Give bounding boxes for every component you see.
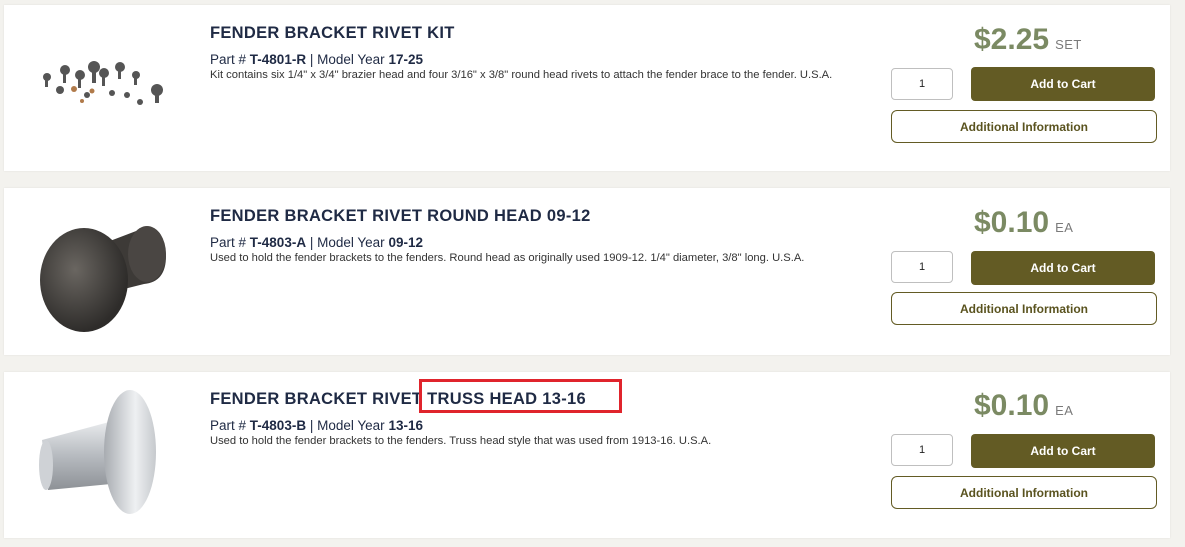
part-info: Part # T-4803-A | Model Year 09-12 — [210, 235, 423, 250]
part-label: Part # — [210, 235, 247, 250]
product-description: Kit contains six 1/4" x 3/4" brazier hea… — [210, 69, 833, 81]
add-to-cart-button[interactable]: Add to Cart — [971, 251, 1155, 285]
part-info: Part # T-4803-B | Model Year 13-16 — [210, 418, 423, 433]
product-description: Used to hold the fender brackets to the … — [210, 252, 805, 264]
part-label: Part # — [210, 52, 247, 67]
price-value: $2.25 — [974, 23, 1050, 56]
additional-information-button[interactable]: Additional Information — [891, 292, 1157, 325]
price-value: $0.10 — [974, 206, 1050, 239]
product-card: FENDER BRACKET RIVET ROUND HEAD 09-12 Pa… — [4, 188, 1170, 355]
product-card: FENDER BRACKET RIVET KIT Part # T-4801-R… — [4, 5, 1170, 171]
product-image-round-head-rivet[interactable] — [32, 216, 182, 338]
product-description: Used to hold the fender brackets to the … — [210, 435, 712, 447]
model-year: 17-25 — [388, 52, 423, 67]
product-image-rivet-kit[interactable] — [32, 45, 182, 125]
price: $0.10 EA — [974, 389, 1073, 423]
product-title[interactable]: FENDER BRACKET RIVET ROUND HEAD 09-12 — [210, 207, 591, 226]
part-info: Part # T-4801-R | Model Year 17-25 — [210, 52, 423, 67]
model-year-label: Model Year — [317, 418, 385, 433]
quantity-input[interactable] — [891, 251, 953, 283]
separator: | — [309, 235, 314, 250]
add-to-cart-button[interactable]: Add to Cart — [971, 67, 1155, 101]
highlight-box — [419, 379, 622, 413]
model-year: 13-16 — [388, 418, 423, 433]
product-image-truss-head-rivet[interactable] — [32, 390, 182, 520]
price: $0.10 EA — [974, 206, 1073, 240]
part-label: Part # — [210, 418, 247, 433]
separator: | — [309, 52, 314, 67]
add-to-cart-button[interactable]: Add to Cart — [971, 434, 1155, 468]
separator: | — [309, 418, 314, 433]
part-number: T-4803-B — [249, 418, 307, 433]
product-title[interactable]: FENDER BRACKET RIVET KIT — [210, 24, 455, 43]
price-unit: SET — [1055, 37, 1082, 52]
model-year-label: Model Year — [317, 235, 385, 250]
quantity-input[interactable] — [891, 68, 953, 100]
price-unit: EA — [1055, 220, 1074, 235]
price-value: $0.10 — [974, 389, 1050, 422]
price: $2.25 SET — [974, 23, 1082, 57]
additional-information-button[interactable]: Additional Information — [891, 110, 1157, 143]
price-unit: EA — [1055, 403, 1074, 418]
part-number: T-4803-A — [249, 235, 307, 250]
part-number: T-4801-R — [249, 52, 307, 67]
additional-information-button[interactable]: Additional Information — [891, 476, 1157, 509]
model-year-label: Model Year — [317, 52, 385, 67]
quantity-input[interactable] — [891, 434, 953, 466]
model-year: 09-12 — [388, 235, 423, 250]
